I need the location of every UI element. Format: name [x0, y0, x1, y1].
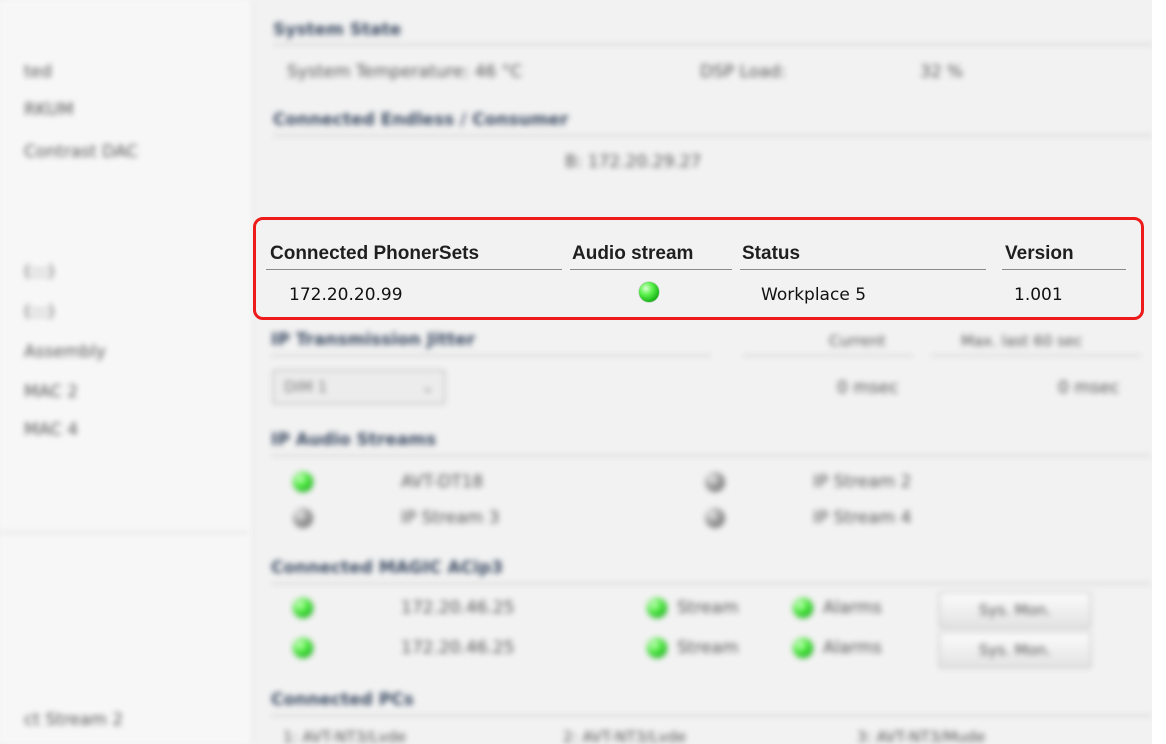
section-title: System State: [273, 20, 402, 40]
section-title: Connected Endless / Consumer: [273, 110, 569, 130]
sidebar-divider: [0, 532, 248, 533]
magic-stream-led: [647, 598, 667, 618]
stream-label: IP Stream 4: [813, 508, 912, 528]
sidebar-item[interactable]: MAC 4: [24, 420, 78, 440]
column-header-status: Status: [742, 243, 801, 264]
magic-alarm-led: [793, 638, 813, 658]
sys-mon-button[interactable]: Sys. Mon.: [939, 632, 1091, 668]
pc-item: 3: AVT-NT3/Mude: [857, 728, 986, 744]
header-underline: [570, 269, 732, 270]
endless-ip: B: 172.20.29.27: [565, 152, 702, 172]
magic-alarm-led: [793, 598, 813, 618]
stream-label: IP Stream 2: [813, 472, 912, 492]
divider: [273, 44, 1153, 45]
phonersets-highlight: Connected PhonerSets Audio stream Status…: [253, 217, 1144, 320]
dsp-load-value: 32 %: [920, 62, 964, 82]
header-underline: [266, 269, 562, 270]
jitter-max-value: 0 msec: [1058, 378, 1120, 398]
chevron-down-icon: ⌄: [421, 378, 434, 396]
magic-alarm-label: Alarms: [823, 598, 882, 618]
phonerset-version: 1.001: [1014, 285, 1063, 305]
magic-ip: 172.20.46.25: [401, 598, 515, 618]
stream-status-led: [293, 472, 313, 492]
window-edge: [1152, 0, 1166, 744]
section-title: Connected PCs: [271, 690, 414, 710]
column-header-audio-stream: Audio stream: [572, 243, 694, 264]
dsp-load-label: DSP Load:: [700, 62, 787, 82]
stream-status-led: [705, 508, 725, 528]
column-header-version: Version: [1005, 243, 1074, 264]
stream-label: IP Stream 3: [401, 508, 500, 528]
header-underline: [740, 269, 986, 270]
divider: [743, 355, 913, 356]
section-title: Connected MAGIC ACip3: [271, 558, 503, 578]
main-panel: System State System Temperature: 46 °C D…: [253, 0, 1166, 744]
sidebar-item[interactable]: (:::): [24, 262, 54, 282]
jitter-current-value: 0 msec: [837, 378, 899, 398]
magic-stream-led: [647, 638, 667, 658]
magic-stream-label: Stream: [677, 598, 739, 618]
magic-alarm-label: Alarms: [823, 638, 882, 658]
pc-item: 1: AVT-NT3/Lvde: [283, 728, 407, 744]
divider: [931, 355, 1141, 356]
stream-label: AVT-DT18: [401, 472, 484, 492]
sidebar-item[interactable]: (:::): [24, 302, 54, 322]
sidebar-item[interactable]: Assembly: [24, 342, 106, 362]
system-temperature: System Temperature: 46 °C: [287, 62, 523, 82]
jitter-current-label: Current: [829, 332, 886, 350]
magic-stream-label: Stream: [677, 638, 739, 658]
sidebar: ted RKUM Contrast DAC (:::) (:::) Assemb…: [0, 0, 253, 744]
divider: [271, 355, 711, 356]
jitter-max-label: Max. last 60 sec: [961, 332, 1083, 350]
stream-status-led: [293, 508, 313, 528]
divider: [271, 455, 1151, 456]
stream-select-value: DIM 1: [284, 378, 328, 396]
sidebar-item[interactable]: ted: [24, 62, 52, 82]
divider: [271, 715, 1151, 716]
phonerset-ip: 172.20.20.99: [289, 285, 403, 305]
magic-ip: 172.20.46.25: [401, 638, 515, 658]
section-title: IP Transmission Jitter: [271, 330, 476, 350]
sys-mon-button[interactable]: Sys. Mon.: [939, 592, 1091, 628]
app-window: ted RKUM Contrast DAC (:::) (:::) Assemb…: [0, 0, 1166, 744]
sidebar-item[interactable]: Contrast DAC: [24, 142, 138, 162]
column-header-phonersets: Connected PhonerSets: [270, 243, 480, 264]
sidebar-item[interactable]: RKUM: [24, 100, 74, 120]
divider: [273, 135, 1153, 136]
stream-status-led: [705, 472, 725, 492]
audio-stream-led: [639, 282, 659, 302]
sidebar-item[interactable]: MAC 2: [24, 382, 78, 402]
phonerset-status: Workplace 5: [761, 285, 867, 305]
section-title: IP Audio Streams: [271, 430, 437, 450]
stream-select[interactable]: DIM 1 ⌄: [273, 370, 445, 404]
divider: [271, 583, 1151, 584]
magic-status-led: [293, 598, 313, 618]
header-underline: [1002, 269, 1126, 270]
pc-item: 2: AVT-NT3/Lvde: [563, 728, 687, 744]
sidebar-item[interactable]: ct Stream 2: [24, 710, 123, 730]
magic-status-led: [293, 638, 313, 658]
